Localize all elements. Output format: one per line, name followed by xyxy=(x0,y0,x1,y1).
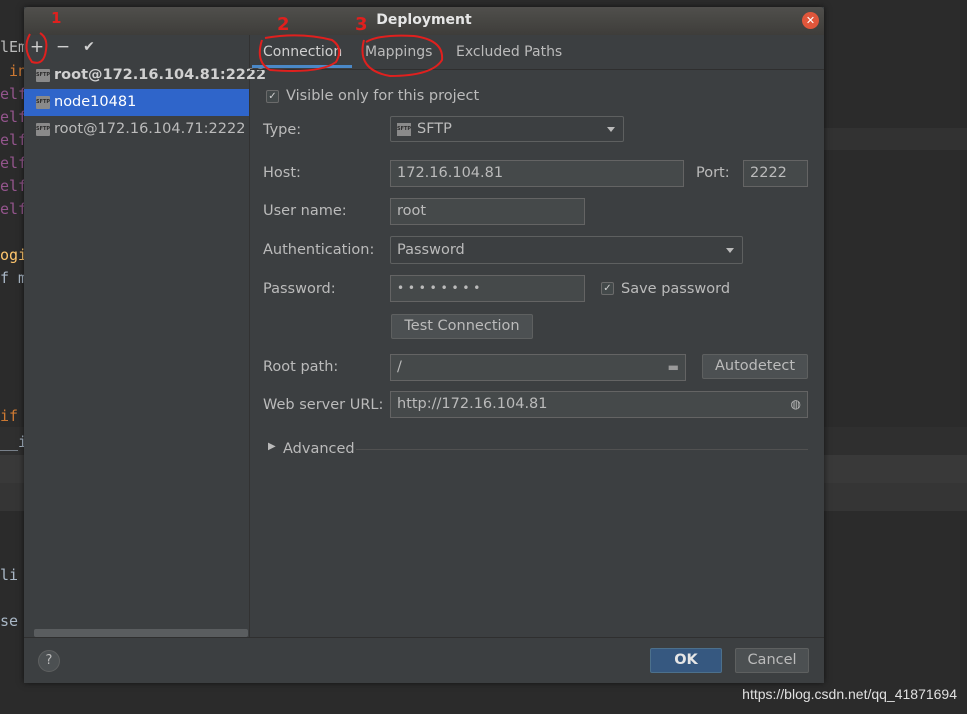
watermark: https://blog.csdn.net/qq_41871694 xyxy=(742,686,957,702)
annotation-circle-add xyxy=(25,32,48,64)
annotation-number: 1 xyxy=(51,9,62,27)
annotation-number: 2 xyxy=(277,14,290,35)
annotation-circle-mappings xyxy=(361,34,444,78)
annotation-circle-connection xyxy=(258,34,341,72)
annotation-number: 3 xyxy=(355,14,368,35)
annotation-overlay xyxy=(25,32,444,78)
